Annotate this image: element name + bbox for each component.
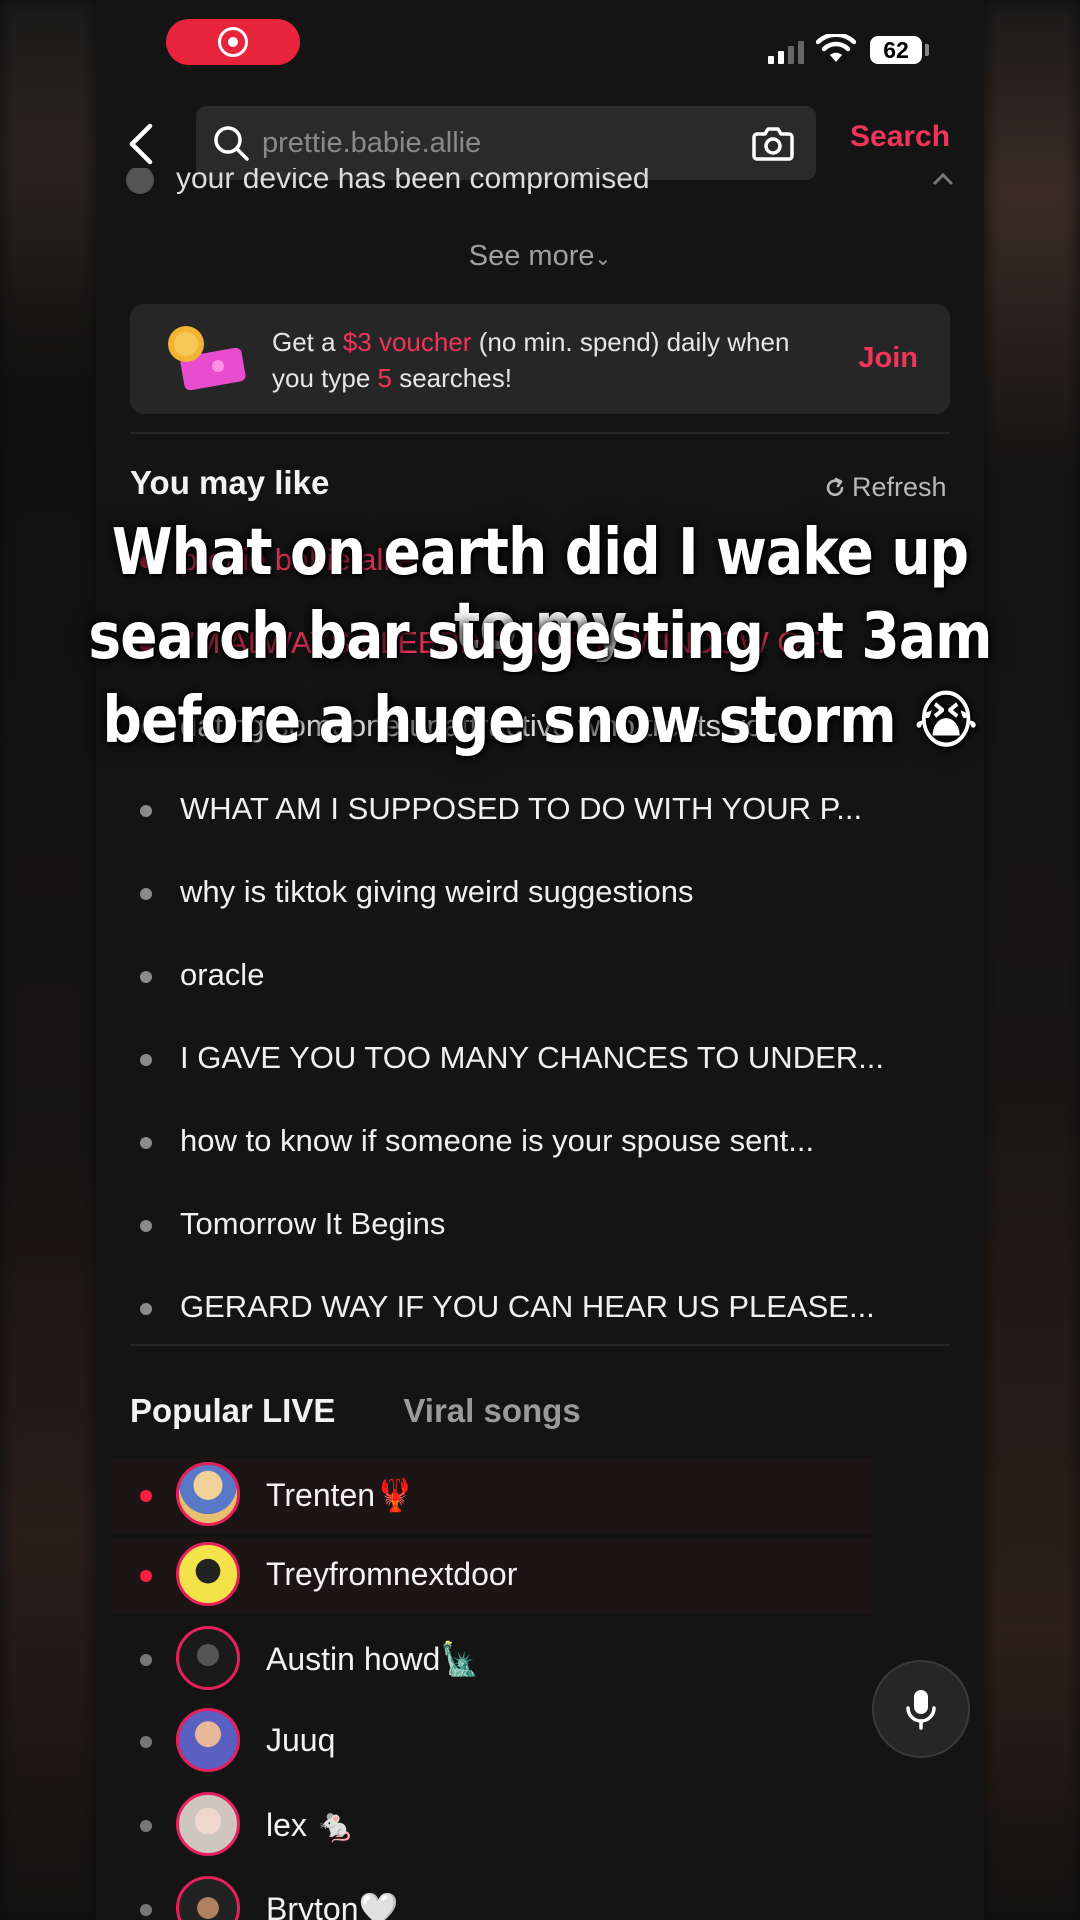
live-user-name: Treyfromnextdoor (266, 1556, 518, 1592)
search-icon (214, 126, 249, 161)
voice-search-button[interactable] (872, 1660, 970, 1758)
see-more-button[interactable]: See more⌄ (96, 240, 984, 273)
refresh-button[interactable]: Refresh (824, 472, 947, 503)
search-input[interactable] (260, 125, 752, 161)
caption-line-3: before a huge snow storm 😭 (102, 684, 979, 758)
bullet-dot (140, 888, 152, 900)
voucher-promo-banner[interactable]: Get a $3 voucher (no min. spend) daily w… (130, 304, 950, 414)
bullet-dot (140, 971, 152, 983)
suggestion-item[interactable]: GERARD WAY IF YOU CAN HEAR US PLEASE... (96, 1281, 984, 1341)
live-item[interactable]: Trenten🦞 (112, 1458, 872, 1534)
bullet-dot (140, 805, 152, 817)
live-tabs: Popular LIVE Viral songs (130, 1392, 581, 1430)
live-item[interactable]: Juuq (112, 1704, 872, 1780)
suggestion-label: WHAT AM I SUPPOSED TO DO WITH YOUR P... (180, 791, 863, 826)
suggestion-item[interactable]: WHAT AM I SUPPOSED TO DO WITH YOUR P... (96, 783, 984, 843)
divider (130, 1344, 950, 1346)
suggestion-item[interactable]: I GAVE YOU TOO MANY CHANCES TO UNDER... (96, 1032, 984, 1092)
promo-voucher-amount: $3 voucher (342, 327, 472, 357)
tab-popular-live[interactable]: Popular LIVE (130, 1392, 335, 1430)
live-user-name: Juuq (266, 1722, 336, 1758)
cellular-signal-icon (768, 40, 804, 64)
live-item[interactable]: Austin howd🗽 (112, 1622, 872, 1698)
bullet-dot (140, 1736, 152, 1748)
suggestion-item[interactable]: oracle (96, 949, 984, 1009)
promo-text-part: searches! (391, 363, 512, 393)
live-dot (140, 1570, 152, 1582)
divider (130, 432, 950, 434)
suggestion-label: how to know if someone is your spouse se… (180, 1123, 815, 1158)
suggestion-label: why is tiktok giving weird suggestions (180, 874, 694, 909)
chevron-down-icon: ⌄ (594, 248, 612, 270)
live-item[interactable]: Bryton🤍 (112, 1872, 872, 1920)
bullet-dot (140, 1654, 152, 1666)
battery-level: 62 (870, 36, 922, 64)
live-dot (140, 1490, 152, 1502)
bullet-dot (140, 1137, 152, 1149)
battery-tip (925, 44, 929, 56)
search-button[interactable]: Search (850, 120, 950, 154)
suggestion-label: oracle (180, 957, 265, 992)
phone-screen: 62 Search your device has been compromis… (96, 0, 984, 1920)
you-may-like-title: You may like (130, 464, 330, 501)
history-item[interactable]: your device has been compromised (126, 168, 954, 204)
caption-line-2: search bar suggesting at 3am (88, 600, 992, 674)
tab-viral-songs[interactable]: Viral songs (403, 1392, 580, 1430)
avatar (176, 1626, 240, 1690)
history-clock-icon (126, 168, 154, 194)
promo-text-part: Get a (272, 327, 343, 357)
bullet-dot (140, 1904, 152, 1916)
avatar (176, 1708, 240, 1772)
live-user-name: Austin howd🗽 (266, 1641, 481, 1677)
join-button[interactable]: Join (858, 342, 918, 375)
live-item[interactable]: lex 🐁 (112, 1788, 872, 1864)
suggestion-item[interactable]: how to know if someone is your spouse se… (96, 1115, 984, 1175)
chevron-up-icon[interactable] (932, 172, 954, 186)
live-item[interactable]: Treyfromnextdoor (112, 1538, 872, 1614)
suggestion-label: Tomorrow It Begins (180, 1206, 446, 1241)
history-item-label: your device has been compromised (176, 168, 650, 195)
wifi-icon (816, 34, 856, 62)
record-icon (218, 27, 248, 57)
avatar (176, 1542, 240, 1606)
bullet-dot (140, 1054, 152, 1066)
avatar (176, 1792, 240, 1856)
live-user-name: Bryton🤍 (266, 1891, 399, 1920)
microphone-icon (906, 1690, 936, 1730)
suggestion-label: I GAVE YOU TOO MANY CHANCES TO UNDER... (180, 1040, 884, 1075)
promo-text: Get a $3 voucher (no min. spend) daily w… (272, 324, 812, 396)
avatar (176, 1462, 240, 1526)
live-user-name: Trenten🦞 (266, 1477, 415, 1513)
voucher-coin-icon (168, 326, 246, 391)
bullet-dot (140, 1220, 152, 1232)
right-blurred-background (984, 0, 1080, 1920)
promo-search-count: 5 (377, 363, 392, 393)
camera-icon[interactable] (752, 125, 794, 161)
refresh-label: Refresh (852, 472, 947, 502)
bullet-dot (140, 1820, 152, 1832)
live-user-name: lex 🐁 (266, 1807, 356, 1843)
refresh-icon (826, 477, 844, 496)
see-more-label: See more (468, 240, 595, 272)
back-arrow-icon[interactable] (124, 122, 160, 166)
suggestion-item[interactable]: why is tiktok giving weird suggestions (96, 866, 984, 926)
suggestion-label: GERARD WAY IF YOU CAN HEAR US PLEASE... (180, 1289, 875, 1324)
left-blurred-background (0, 0, 96, 1920)
bullet-dot (140, 1303, 152, 1315)
screen-recording-indicator[interactable] (166, 19, 300, 65)
avatar (176, 1876, 240, 1920)
suggestion-item[interactable]: Tomorrow It Begins (96, 1198, 984, 1258)
